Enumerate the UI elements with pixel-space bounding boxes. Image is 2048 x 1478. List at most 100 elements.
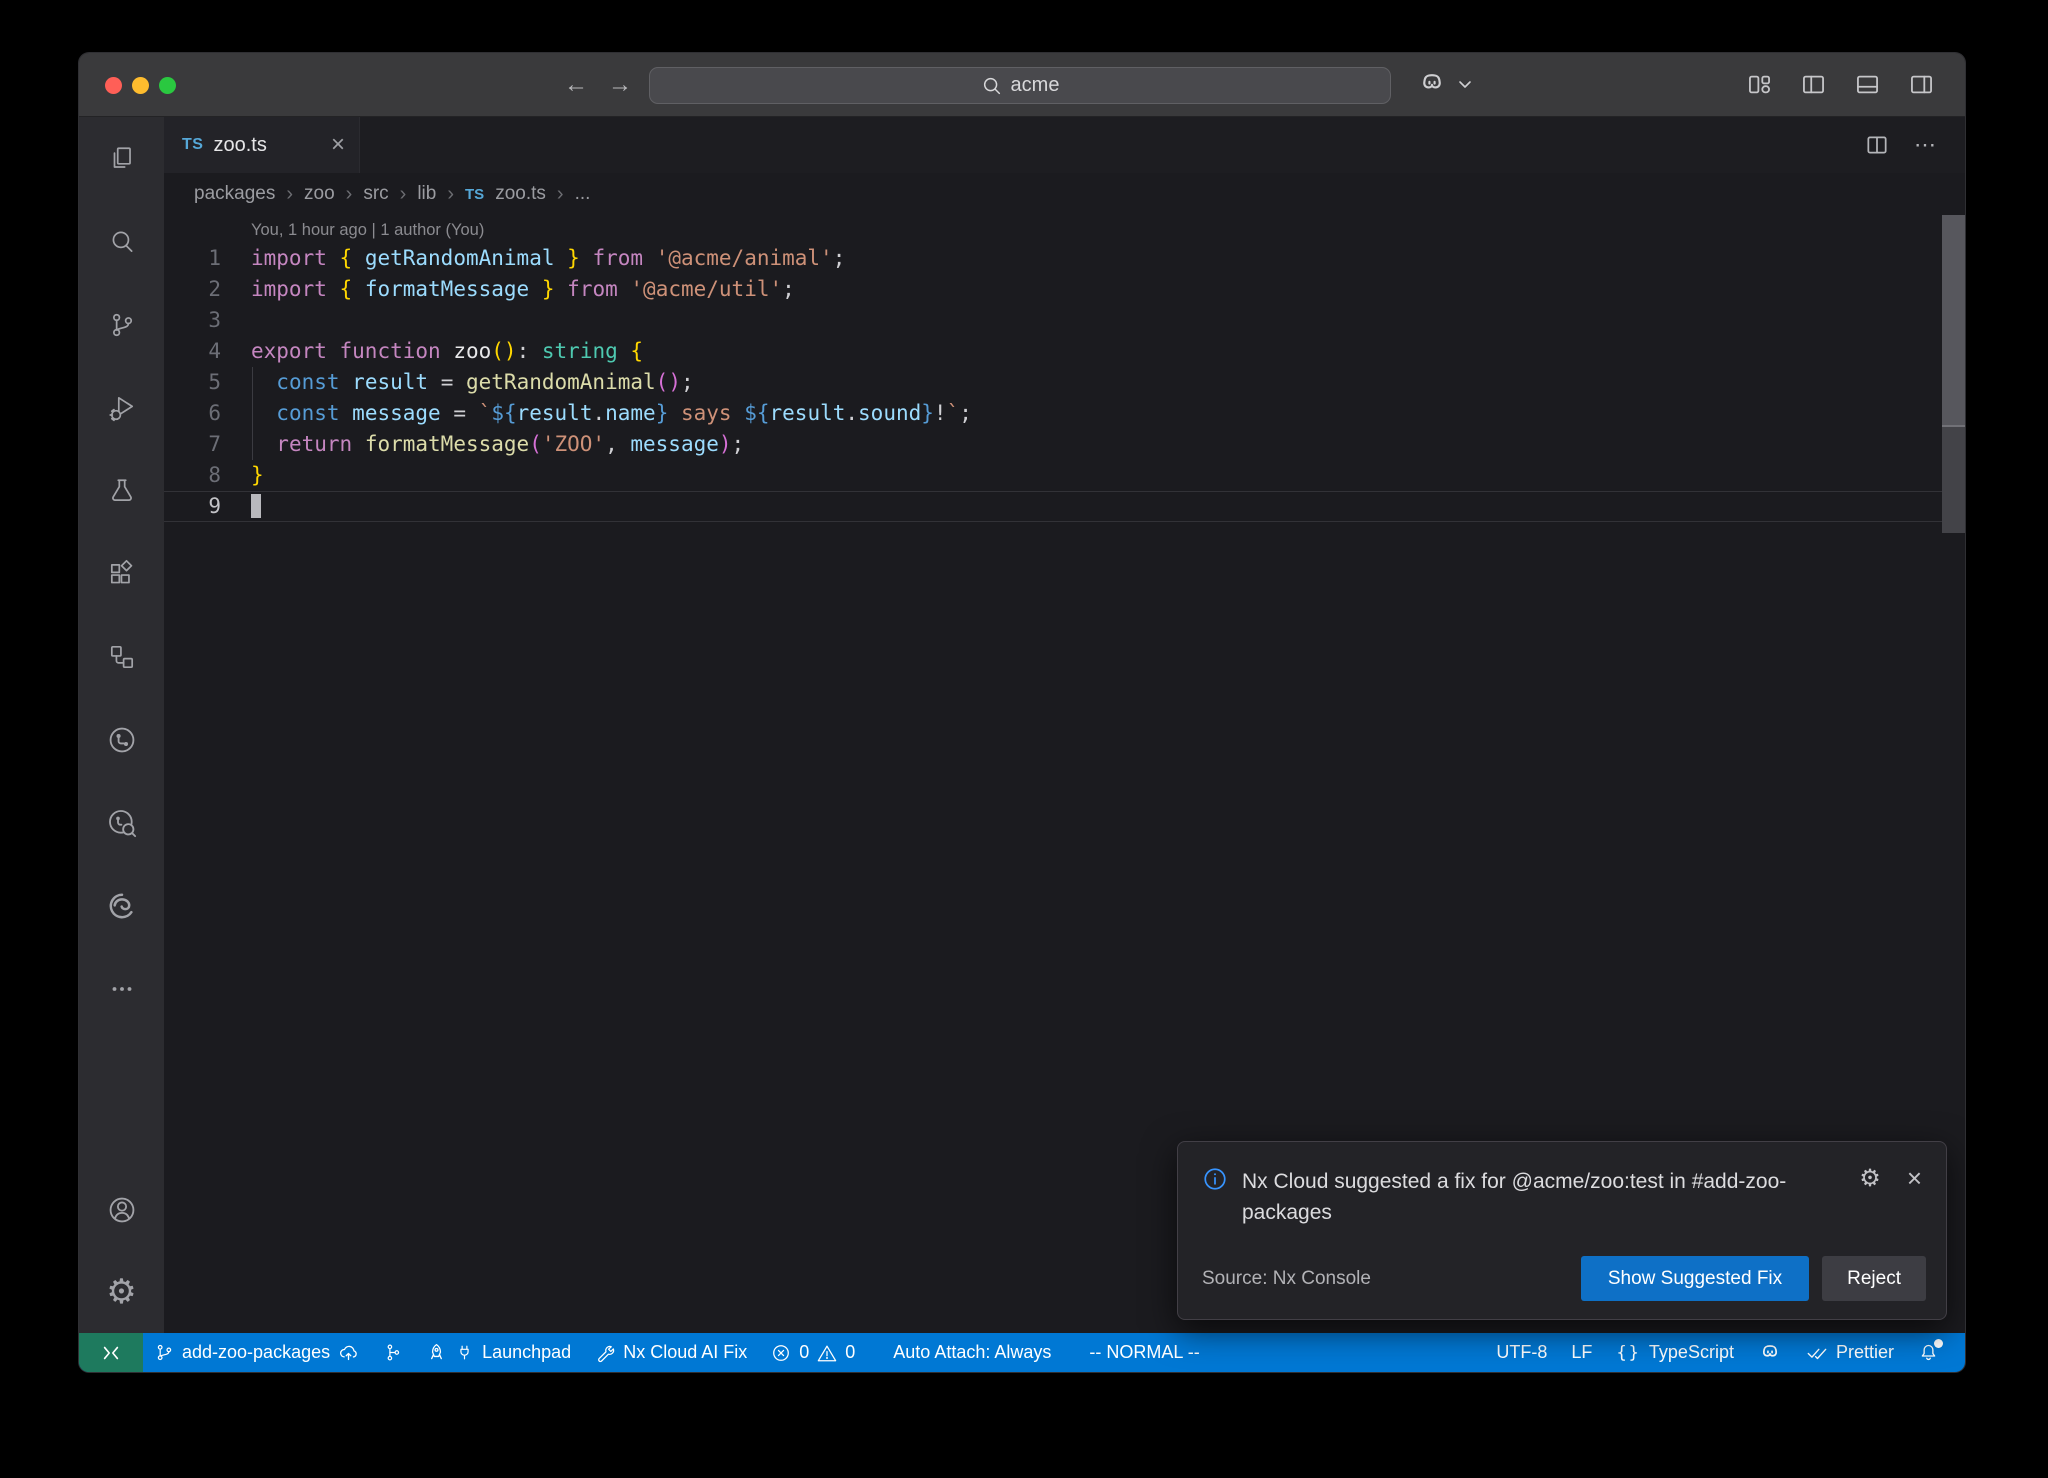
status-project-graph[interactable] bbox=[371, 1333, 414, 1372]
notification-source: Source: Nx Console bbox=[1202, 1268, 1371, 1290]
line-number[interactable]: 3 bbox=[164, 305, 221, 336]
tab-label: zoo.ts bbox=[213, 134, 266, 157]
activity-custom-view[interactable] bbox=[79, 615, 164, 698]
notification-settings-icon[interactable]: ⚙ bbox=[1859, 1166, 1881, 1190]
activity-settings[interactable]: ⚙ bbox=[79, 1251, 164, 1333]
activity-extensions[interactable] bbox=[79, 532, 164, 615]
toggle-panel-icon[interactable] bbox=[1854, 71, 1881, 98]
info-icon bbox=[1202, 1166, 1228, 1192]
account-icon bbox=[106, 1194, 138, 1226]
code-line[interactable]: 8} bbox=[164, 460, 1965, 491]
reject-button[interactable]: Reject bbox=[1822, 1256, 1926, 1301]
close-tab-icon[interactable]: × bbox=[331, 133, 345, 157]
line-number[interactable]: 8 bbox=[164, 460, 221, 491]
wrench-icon bbox=[595, 1343, 615, 1363]
editor-actions: ⋯ bbox=[1864, 117, 1965, 173]
status-problems[interactable]: 0 0 bbox=[759, 1333, 867, 1372]
remote-indicator[interactable] bbox=[79, 1333, 143, 1372]
code-line[interactable]: 9 bbox=[164, 491, 1965, 522]
back-arrow-icon[interactable]: ← bbox=[561, 71, 591, 99]
status-nx-cloud-fix[interactable]: Nx Cloud AI Fix bbox=[583, 1333, 759, 1372]
git-branch-icon bbox=[155, 1343, 174, 1362]
status-bar: add-zoo-packages Launchpad Nx Cloud AI F… bbox=[79, 1333, 1965, 1372]
breadcrumb-item[interactable]: zoo bbox=[304, 183, 335, 205]
formatter-label: Prettier bbox=[1836, 1342, 1894, 1363]
activity-more[interactable] bbox=[79, 947, 164, 1030]
status-formatter[interactable]: Prettier bbox=[1794, 1333, 1906, 1372]
window-controls bbox=[105, 77, 176, 94]
code-line[interactable]: 2import { formatMessage } from '@acme/ut… bbox=[164, 274, 1965, 305]
status-eol[interactable]: LF bbox=[1559, 1333, 1604, 1372]
line-number[interactable]: 6 bbox=[164, 398, 221, 429]
breadcrumb-more[interactable]: ... bbox=[575, 183, 591, 205]
code-line[interactable]: 3 bbox=[164, 305, 1965, 336]
status-language[interactable]: {} TypeScript bbox=[1604, 1333, 1746, 1372]
minimize-window-button[interactable] bbox=[132, 77, 149, 94]
auto-attach-label: Auto Attach: Always bbox=[893, 1342, 1051, 1363]
breadcrumb-item[interactable]: src bbox=[363, 183, 388, 205]
activity-nx-console[interactable] bbox=[79, 698, 164, 781]
close-notification-icon[interactable]: × bbox=[1907, 1167, 1922, 1189]
status-bar-right: UTF-8 LF {} TypeScript Prettier bbox=[1484, 1333, 1965, 1372]
launchpad-label: Launchpad bbox=[482, 1342, 571, 1363]
command-center-search[interactable]: acme bbox=[649, 67, 1391, 104]
more-actions-icon[interactable]: ⋯ bbox=[1914, 140, 1939, 150]
scrollbar-track[interactable] bbox=[1942, 215, 1965, 533]
activity-search[interactable] bbox=[79, 200, 164, 283]
split-editor-icon[interactable] bbox=[1864, 132, 1890, 158]
maximize-window-button[interactable] bbox=[159, 77, 176, 94]
forward-arrow-icon[interactable]: → bbox=[605, 71, 635, 99]
activity-explorer[interactable] bbox=[79, 117, 164, 200]
close-window-button[interactable] bbox=[105, 77, 122, 94]
code-text: return formatMessage('ZOO', message); bbox=[221, 429, 744, 460]
line-number[interactable]: 4 bbox=[164, 336, 221, 367]
toggle-primary-sidebar-icon[interactable] bbox=[1800, 71, 1827, 98]
layout-controls bbox=[1746, 71, 1935, 98]
status-copilot[interactable] bbox=[1746, 1333, 1794, 1372]
breadcrumb-item[interactable]: lib bbox=[417, 183, 436, 205]
line-number[interactable]: 1 bbox=[164, 243, 221, 274]
line-number[interactable]: 7 bbox=[164, 429, 221, 460]
line-number[interactable]: 9 bbox=[164, 492, 221, 521]
beaker-icon bbox=[107, 476, 137, 506]
search-icon bbox=[981, 75, 1003, 97]
error-count: 0 bbox=[799, 1342, 809, 1363]
status-launchpad[interactable]: Launchpad bbox=[414, 1333, 583, 1372]
warning-count: 0 bbox=[845, 1342, 855, 1363]
show-suggested-fix-button[interactable]: Show Suggested Fix bbox=[1581, 1256, 1809, 1301]
code-line[interactable]: 7 return formatMessage('ZOO', message); bbox=[164, 429, 1965, 460]
titlebar: ← → acme bbox=[79, 53, 1965, 117]
status-auto-attach[interactable]: Auto Attach: Always bbox=[881, 1333, 1063, 1372]
code-line[interactable]: 4export function zoo(): string { bbox=[164, 336, 1965, 367]
line-number[interactable]: 2 bbox=[164, 274, 221, 305]
activity-run-debug[interactable] bbox=[79, 366, 164, 449]
code-line[interactable]: 1import { getRandomAnimal } from '@acme/… bbox=[164, 243, 1965, 274]
double-check-icon bbox=[1806, 1342, 1828, 1364]
nx-fix-label: Nx Cloud AI Fix bbox=[623, 1342, 747, 1363]
tab-zoo-ts[interactable]: TS zoo.ts × bbox=[164, 117, 360, 173]
activity-testing[interactable] bbox=[79, 449, 164, 532]
code-line[interactable]: 5 const result = getRandomAnimal(); bbox=[164, 367, 1965, 398]
code-line[interactable]: 6 const message = `${result.name} says $… bbox=[164, 398, 1965, 429]
toggle-secondary-sidebar-icon[interactable] bbox=[1908, 71, 1935, 98]
line-number[interactable]: 5 bbox=[164, 367, 221, 398]
scrollbar-thumb[interactable] bbox=[1942, 215, 1965, 427]
copilot-icon bbox=[1417, 69, 1447, 99]
status-notifications[interactable] bbox=[1906, 1333, 1951, 1372]
activity-accounts[interactable] bbox=[79, 1169, 164, 1251]
notification-message: Nx Cloud suggested a fix for @acme/zoo:t… bbox=[1242, 1166, 1827, 1228]
code-text: const result = getRandomAnimal(); bbox=[221, 367, 694, 398]
status-branch[interactable]: add-zoo-packages bbox=[143, 1333, 371, 1372]
code-text: export function zoo(): string { bbox=[221, 336, 643, 367]
customize-layout-icon[interactable] bbox=[1746, 71, 1773, 98]
status-encoding[interactable]: UTF-8 bbox=[1484, 1333, 1559, 1372]
breadcrumb-item[interactable]: packages bbox=[194, 183, 275, 205]
copilot-menu-button[interactable] bbox=[1417, 69, 1473, 99]
breadcrumb-file[interactable]: zoo.ts bbox=[495, 183, 546, 205]
status-vim-mode[interactable]: -- NORMAL -- bbox=[1077, 1333, 1211, 1372]
activity-nx-cloud[interactable] bbox=[79, 781, 164, 864]
activity-source-control[interactable] bbox=[79, 283, 164, 366]
encoding-label: UTF-8 bbox=[1496, 1342, 1547, 1363]
vscode-window: ← → acme bbox=[78, 52, 1966, 1373]
activity-edge-tools[interactable] bbox=[79, 864, 164, 947]
